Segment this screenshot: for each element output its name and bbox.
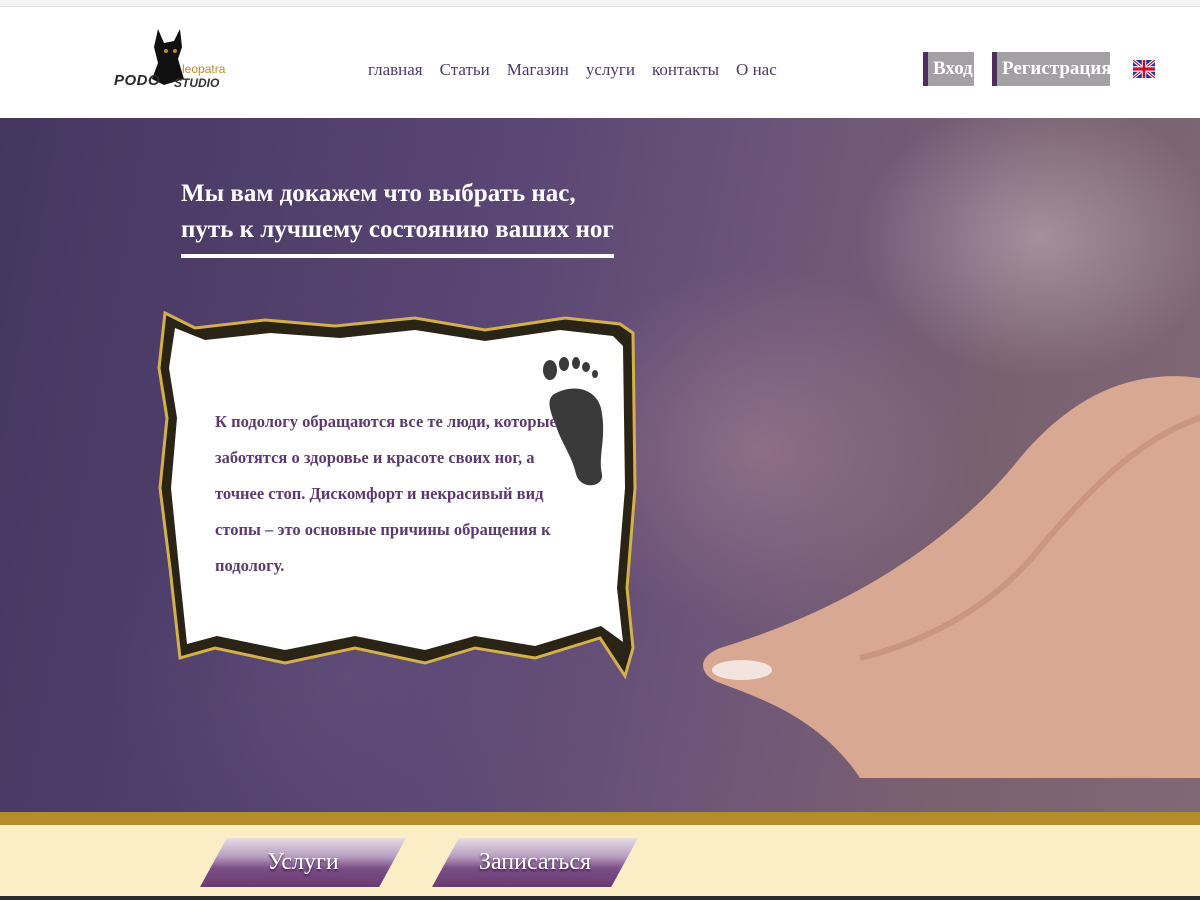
nav-item-home[interactable]: главная <box>368 60 423 80</box>
book-button-label: Записаться <box>478 849 592 875</box>
intro-text: К подологу обращаются все те люди, котор… <box>215 412 557 575</box>
top-border <box>0 0 1200 7</box>
logo-text-podo: PODO <box>114 72 161 89</box>
headline-underline <box>181 254 614 258</box>
gold-divider <box>0 812 1200 825</box>
book-appointment-button[interactable]: Записаться <box>432 838 638 887</box>
nav-item-contacts[interactable]: контакты <box>652 60 719 80</box>
bare-foot-image <box>703 376 1200 778</box>
nav-item-services[interactable]: услуги <box>586 60 635 80</box>
nav-item-about[interactable]: О нас <box>736 60 777 80</box>
main-nav: главная Статьи Магазин услуги контакты О… <box>368 60 777 80</box>
services-button-label: Услуги <box>267 849 339 875</box>
logo-text-leopatra: leopatra <box>182 62 226 76</box>
site-header: PODO leopatra STUDIO главная Статьи Мага… <box>0 7 1200 118</box>
bottom-border <box>0 896 1200 900</box>
logo[interactable]: PODO leopatra STUDIO <box>112 29 232 103</box>
hero-banner: Мы вам докажем что выбрать нас, путь к л… <box>0 118 1200 812</box>
login-button[interactable]: Вход <box>923 52 974 86</box>
nav-item-shop[interactable]: Магазин <box>507 60 569 80</box>
nav-item-articles[interactable]: Статьи <box>440 60 490 80</box>
hero-headline: Мы вам докажем что выбрать нас, путь к л… <box>181 180 614 243</box>
logo-text-studio: STUDIO <box>174 76 220 90</box>
register-button[interactable]: Регистрация <box>992 52 1112 86</box>
services-button[interactable]: Услуги <box>200 838 406 887</box>
uk-flag-icon[interactable] <box>1133 60 1155 78</box>
